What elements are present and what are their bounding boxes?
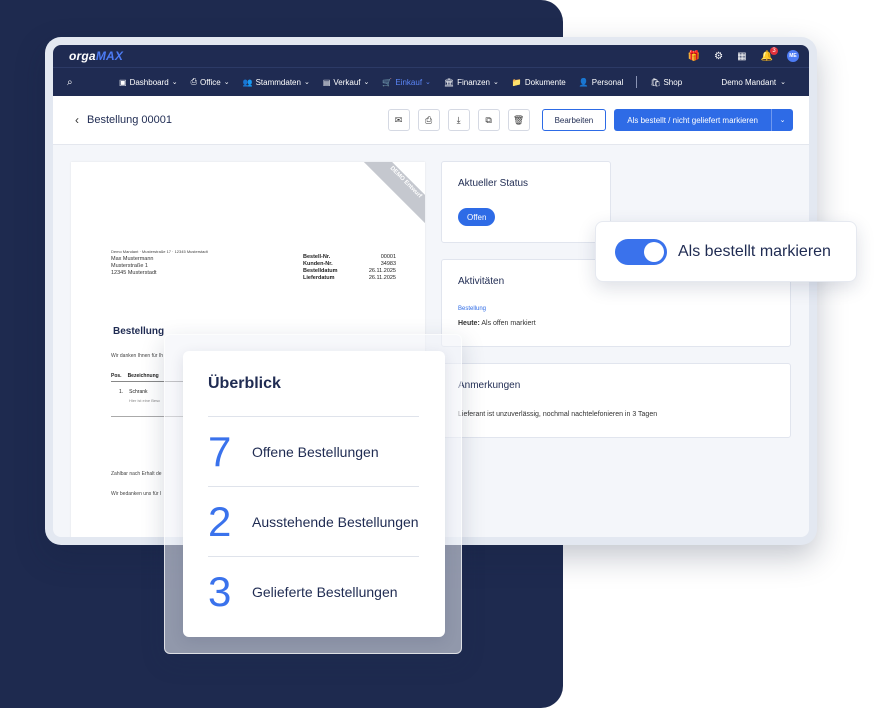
overview-card: Überblick 7 Offene Bestellungen 2 Ausste… bbox=[183, 351, 445, 637]
overview-row-pending[interactable]: 2 Ausstehende Bestellungen bbox=[208, 486, 419, 556]
print-button[interactable]: ⎙ bbox=[417, 109, 440, 131]
search-icon[interactable]: ⌕ bbox=[67, 77, 81, 88]
meta-row: Lieferdatum 26.11.2025 bbox=[303, 275, 396, 281]
mandant-selector[interactable]: Demo Mandant ⌄ bbox=[721, 78, 786, 87]
notes-title: Anmerkungen bbox=[458, 380, 521, 391]
mark-ordered-toggle[interactable] bbox=[615, 238, 667, 265]
chevron-down-icon: ⌄ bbox=[223, 79, 230, 86]
activities-title: Aktivitäten bbox=[458, 276, 505, 287]
mail-icon: ✉ bbox=[394, 114, 403, 125]
chevron-down-icon: ⌄ bbox=[303, 79, 310, 86]
bell-icon[interactable]: 🔔 3 bbox=[761, 46, 778, 62]
delete-button[interactable]: 🗑 bbox=[507, 109, 530, 131]
activity-entry: Heute: Als offen markiert bbox=[458, 320, 536, 327]
meta-row: Bestell-Nr. 00001 bbox=[303, 254, 396, 260]
payment-terms: Zahlbar nach Erhalt de bbox=[111, 471, 162, 477]
recipient-address: Max Mustermann Musterstraße 1 12345 Must… bbox=[111, 256, 157, 276]
download-button[interactable]: ⤓ bbox=[447, 109, 470, 131]
document-meta: Bestell-Nr. 00001 Kunden-Nr. 34983 Bestell… bbox=[303, 254, 396, 282]
gear-icon[interactable]: ⚙ bbox=[714, 51, 723, 62]
printer-icon: ⎙ bbox=[424, 114, 433, 125]
line-item-description: Hier ist eine Besc bbox=[129, 398, 161, 403]
copy-icon: ⧉ bbox=[485, 114, 492, 125]
gift-icon[interactable]: 🎁 bbox=[688, 51, 700, 62]
nav-item-stammdaten[interactable]: 👥 Stammdaten ⌄ bbox=[243, 78, 310, 87]
apps-grid-icon[interactable]: ▦ bbox=[737, 51, 746, 62]
overview-title: Überblick bbox=[208, 375, 281, 392]
topbar-icons: 🎁 ⚙ ▦ 🔔 3 ME bbox=[688, 46, 799, 62]
delivered-orders-label: Gelieferte Bestellungen bbox=[252, 583, 398, 600]
page-title: Bestellung 00001 bbox=[87, 114, 173, 126]
avatar[interactable]: ME bbox=[787, 50, 799, 62]
mark-ordered-label[interactable]: Als bestellt / nicht geliefert markieren bbox=[614, 109, 771, 131]
open-orders-count: 7 bbox=[208, 427, 232, 475]
overview-list: 7 Offene Bestellungen 2 Ausstehende Best… bbox=[208, 416, 419, 626]
nav-item-dokumente[interactable]: 📁 Dokumente bbox=[512, 78, 566, 87]
document-intro: Wir danken Ihnen für Ih bbox=[111, 353, 163, 359]
document-heading: Bestellung bbox=[113, 326, 165, 337]
topbar: orgaMAX 🎁 ⚙ ▦ 🔔 3 ME bbox=[53, 45, 809, 67]
chevron-down-icon[interactable]: ⌄ bbox=[771, 109, 793, 131]
document-table-header: Pos. Bezeichnung bbox=[111, 373, 159, 379]
overview-row-delivered[interactable]: 3 Gelieferte Bestellungen bbox=[208, 556, 419, 626]
page-header: ‹ Bestellung 00001 ✉ ⎙ ⤓ ⧉ 🗑 Bearbeiten … bbox=[53, 96, 809, 145]
back-arrow-icon[interactable]: ‹ bbox=[75, 113, 79, 127]
printer-icon: ⎙ bbox=[190, 77, 197, 86]
email-button[interactable]: ✉ bbox=[387, 109, 410, 131]
edit-button[interactable]: Bearbeiten bbox=[541, 109, 607, 131]
demo-ribbon: DEMO Entwurf bbox=[363, 162, 425, 225]
receipt-icon: ▤ bbox=[322, 77, 331, 87]
delivered-orders-count: 3 bbox=[208, 567, 232, 615]
notes-text: Lieferant ist unzuverlässig, nochmal nac… bbox=[458, 411, 658, 418]
closing-text: Wir bedanken uns für I bbox=[111, 491, 162, 497]
main-navigation: ⌕ ▣ Dashboard ⌄ ⎙ Office ⌄ 👥 Stammdaten ⌄ ▤ Ver… bbox=[53, 67, 809, 96]
stage: orgaMAX 🎁 ⚙ ▦ 🔔 3 ME ⌕ ▣ Dashboard ⌄ ⎙ Offic… bbox=[0, 0, 876, 708]
download-icon: ⤓ bbox=[456, 114, 461, 125]
chevron-down-icon: ⌄ bbox=[171, 79, 178, 86]
bank-icon: 🏛 bbox=[443, 77, 455, 87]
mark-ordered-button[interactable]: Als bestellt / nicht geliefert markieren… bbox=[614, 109, 793, 131]
notes-card: Anmerkungen Lieferant ist unzuverlässig,… bbox=[441, 363, 791, 438]
nav-divider bbox=[636, 76, 638, 88]
cart-icon: 🛒 bbox=[382, 77, 393, 87]
open-orders-label: Offene Bestellungen bbox=[252, 443, 379, 460]
users-icon: 👥 bbox=[242, 77, 253, 87]
meta-row: Kunden-Nr. 34983 bbox=[303, 261, 396, 267]
pending-orders-count: 2 bbox=[208, 497, 232, 545]
notification-badge: 3 bbox=[770, 46, 778, 55]
status-badge[interactable]: Offen bbox=[458, 208, 496, 226]
toggle-knob bbox=[644, 241, 664, 262]
sender-line: Demo Mandant · Musterstraße 17 · 12345 M… bbox=[111, 249, 208, 254]
nav-item-personal[interactable]: 👤 Personal bbox=[579, 78, 624, 87]
nav-item-finanzen[interactable]: 🏛 Finanzen ⌄ bbox=[444, 78, 499, 87]
activity-category[interactable]: Bestellung bbox=[458, 306, 486, 312]
person-icon: 👤 bbox=[578, 77, 589, 87]
nav-item-dashboard[interactable]: ▣ Dashboard ⌄ bbox=[119, 78, 178, 87]
chevron-down-icon: ⌄ bbox=[363, 79, 370, 86]
nav-item-shop[interactable]: 🛍 Shop bbox=[650, 78, 682, 87]
chevron-down-icon: ⌄ bbox=[425, 79, 431, 86]
shop-icon: 🛍 bbox=[650, 77, 661, 87]
nav-item-verkauf[interactable]: ▤ Verkauf ⌄ bbox=[323, 78, 370, 87]
toggle-label: Als bestellt markieren bbox=[678, 242, 831, 260]
meta-row: Bestelldatum 26.11.2025 bbox=[303, 268, 396, 274]
chevron-down-icon: ⌄ bbox=[493, 79, 499, 86]
folder-icon: 📁 bbox=[511, 77, 522, 87]
nav-item-einkauf[interactable]: 🛒 Einkauf ⌄ bbox=[382, 78, 431, 87]
header-actions: ✉ ⎙ ⤓ ⧉ 🗑 Bearbeiten Als bestellt / nich… bbox=[387, 109, 793, 131]
mark-ordered-toggle-card: Als bestellt markieren bbox=[595, 221, 857, 282]
copy-button[interactable]: ⧉ bbox=[477, 109, 500, 131]
trash-icon: 🗑 bbox=[512, 114, 525, 125]
chevron-down-icon: ⌄ bbox=[780, 79, 786, 86]
document-line-item: 1. Schrank bbox=[119, 389, 148, 395]
app-logo[interactable]: orgaMAX bbox=[69, 49, 123, 63]
overview-row-open[interactable]: 7 Offene Bestellungen bbox=[208, 416, 419, 486]
pending-orders-label: Ausstehende Bestellungen bbox=[252, 513, 419, 530]
status-title: Aktueller Status bbox=[458, 178, 529, 189]
status-card: Aktueller Status Offen bbox=[441, 161, 611, 243]
nav-item-office[interactable]: ⎙ Office ⌄ bbox=[191, 77, 230, 87]
dashboard-icon: ▣ bbox=[119, 77, 127, 87]
